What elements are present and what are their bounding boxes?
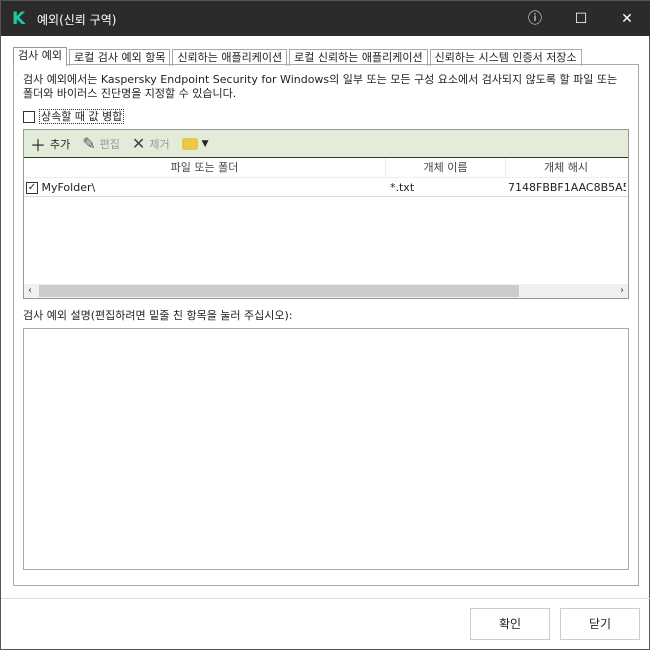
- dropdown-arrow-icon: ▼: [201, 138, 209, 149]
- add-label: 추가: [50, 137, 71, 151]
- column-header-path[interactable]: 파일 또는 폴더: [24, 158, 386, 177]
- column-header-object-hash[interactable]: 개체 해시: [506, 158, 626, 177]
- remove-button[interactable]: ✕ 제거: [132, 134, 170, 153]
- column-header-object-name[interactable]: 개체 이름: [386, 158, 506, 177]
- kaspersky-logo-icon: K: [12, 9, 26, 29]
- table-header: 파일 또는 폴더 개체 이름 개체 해시: [24, 158, 628, 178]
- description-text: 검사 예외에서는 Kaspersky Endpoint Security for…: [23, 73, 618, 100]
- remove-label: 제거: [149, 137, 170, 151]
- row-path: MyFolder\: [41, 181, 96, 194]
- footer-divider: [1, 598, 650, 599]
- help-icon[interactable]: ⓘ: [522, 8, 548, 30]
- x-icon: ✕: [131, 134, 146, 153]
- close-dialog-button[interactable]: 닫기: [560, 608, 640, 640]
- exclusion-description-area[interactable]: [23, 328, 629, 570]
- horizontal-scrollbar[interactable]: ‹ ›: [24, 284, 628, 298]
- toolbar: ＋ 추가 ✎ 편집 ✕ 제거 ▼: [24, 130, 628, 158]
- row-object-hash: 7148FBBF1AAC8B5A5...: [508, 181, 626, 194]
- close-button[interactable]: ✕: [614, 8, 640, 30]
- pencil-icon: ✎: [82, 134, 96, 153]
- tab-scan-exclusions[interactable]: 검사 예외: [13, 47, 67, 66]
- table-row[interactable]: ✓ MyFolder\ *.txt 7148FBBF1AAC8B5A5...: [24, 178, 628, 197]
- window-title: 예외(신뢰 구역): [37, 13, 117, 27]
- exclusions-table: ＋ 추가 ✎ 편집 ✕ 제거 ▼ 파일 또는 폴더 개체 이름 개체 해시 ✓ MyF…: [23, 129, 629, 299]
- row-object-name: *.txt: [390, 181, 415, 194]
- tab-bar: 검사 예외 로컬 검사 예외 항목 신뢰하는 애플리케이션 로컬 신뢰하는 애플…: [13, 47, 584, 66]
- scroll-left-icon[interactable]: ‹: [28, 284, 32, 298]
- row-checkbox[interactable]: ✓: [26, 182, 38, 194]
- merge-checkbox-row[interactable]: 상속할 때 값 병합: [23, 108, 125, 124]
- folder-menu-button[interactable]: ▼: [181, 137, 209, 150]
- scrollbar-thumb[interactable]: [39, 285, 519, 297]
- edit-label: 편집: [99, 137, 120, 151]
- edit-button[interactable]: ✎ 편집: [82, 134, 120, 153]
- description-label: 검사 예외 설명(편집하려면 밑줄 친 항목을 눌러 주십시오):: [23, 309, 293, 322]
- merge-checkbox[interactable]: [23, 111, 35, 123]
- maximize-button[interactable]: ☐: [568, 8, 594, 30]
- ok-button[interactable]: 확인: [470, 608, 550, 640]
- plus-icon: ＋: [30, 135, 47, 155]
- add-button[interactable]: ＋ 추가: [30, 132, 70, 156]
- merge-label: 상속할 때 값 병합: [39, 109, 125, 124]
- folder-icon: [181, 137, 198, 150]
- scroll-right-icon[interactable]: ›: [620, 284, 624, 298]
- title-bar: K 예외(신뢰 구역) ⓘ ☐ ✕: [1, 1, 650, 36]
